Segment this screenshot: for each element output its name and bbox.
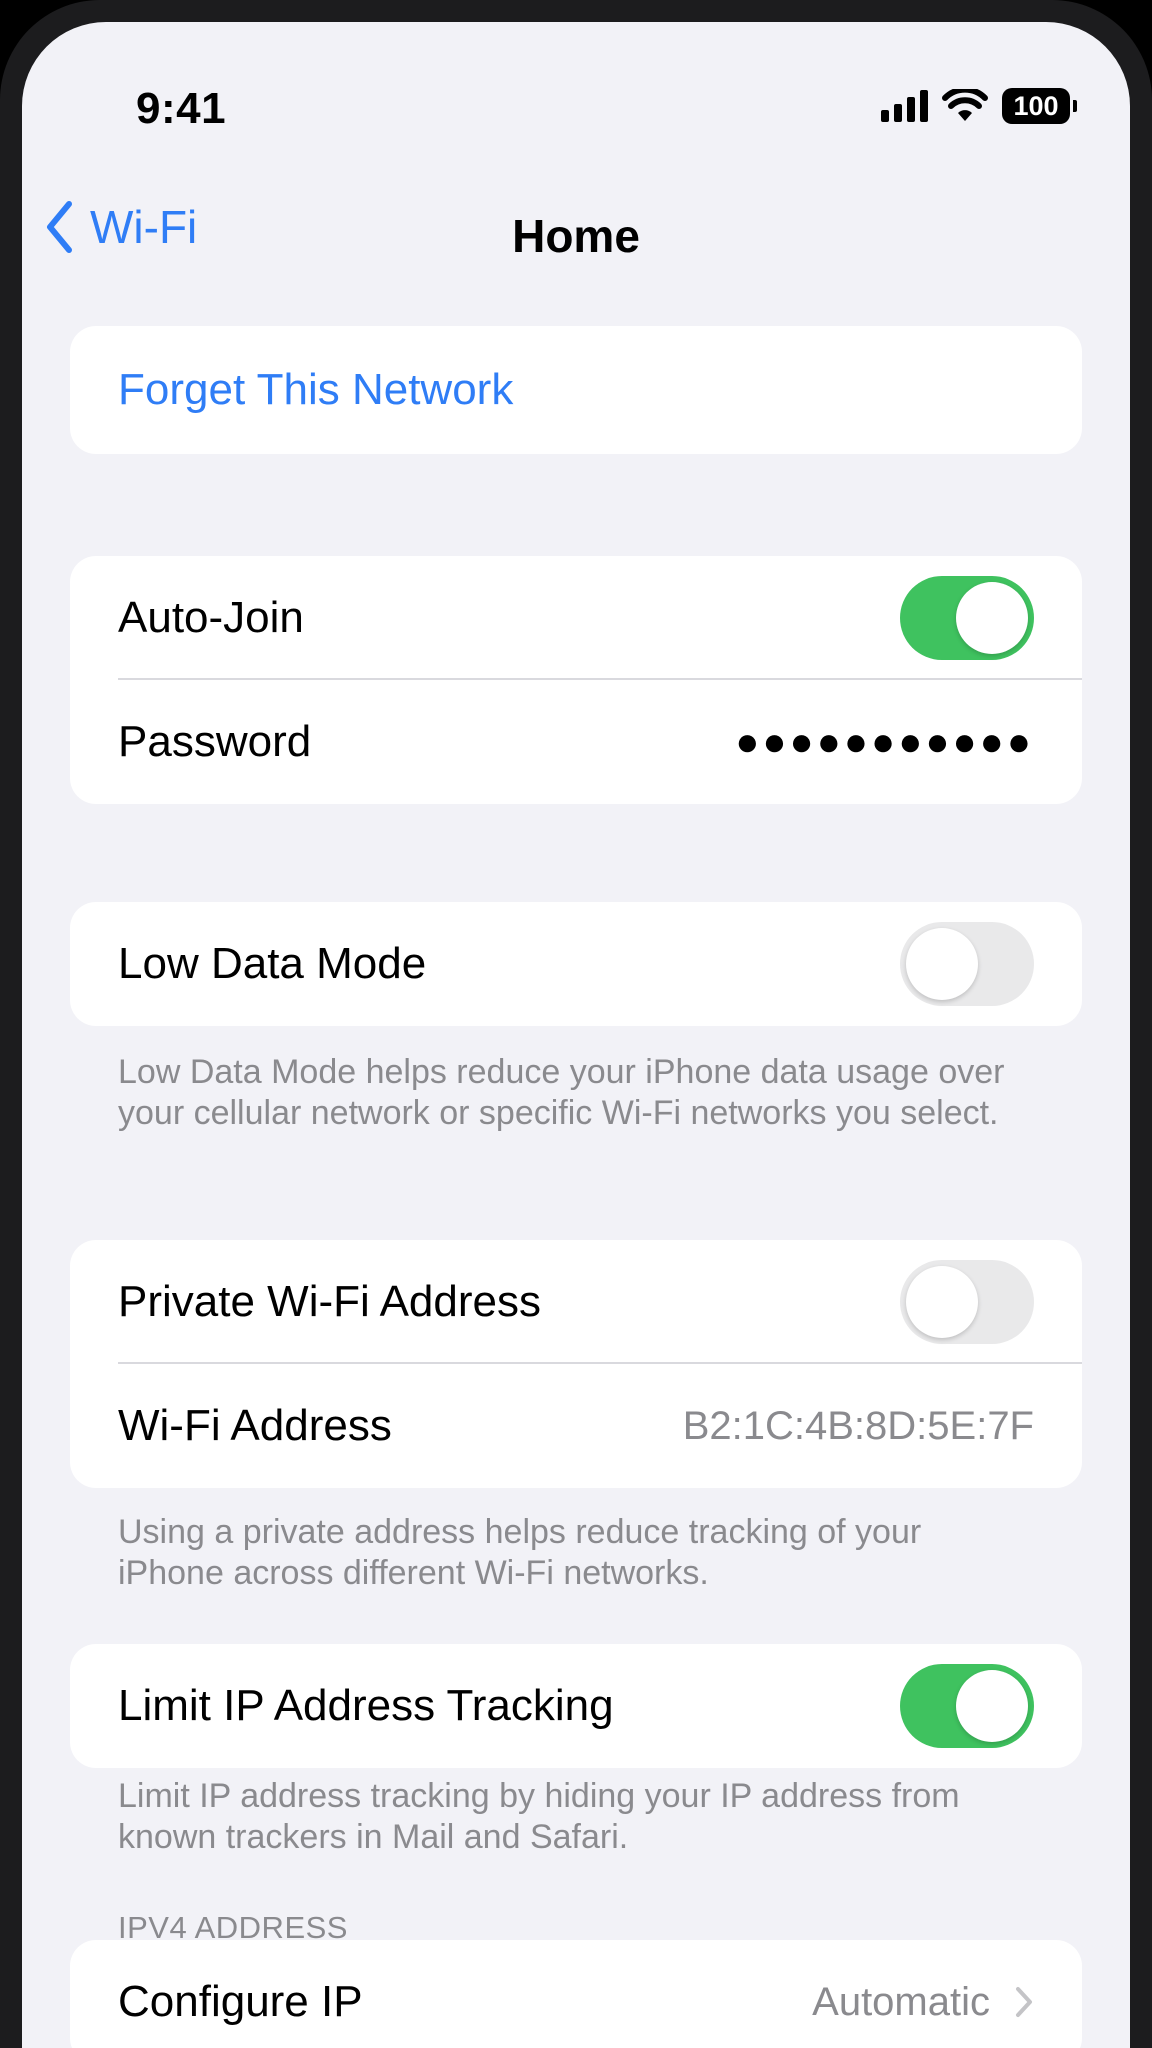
private-address-group: Private Wi-Fi Address Wi-Fi Address B2:1…: [70, 1240, 1082, 1488]
wifi-address-value: B2:1C:4B:8D:5E:7F: [682, 1403, 1034, 1448]
status-time: 9:41: [136, 84, 227, 133]
auto-join-label: Auto-Join: [118, 593, 304, 642]
limit-ip-footnote: Limit IP address tracking by hiding your…: [118, 1777, 960, 1856]
limit-ip-row: Limit IP Address Tracking: [70, 1644, 1082, 1768]
low-data-group: Low Data Mode: [70, 902, 1082, 1026]
private-address-toggle[interactable]: [900, 1260, 1034, 1344]
configure-ip-label: Configure IP: [118, 1977, 363, 2026]
wifi-icon: [942, 89, 988, 121]
limit-ip-label: Limit IP Address Tracking: [118, 1681, 614, 1730]
low-data-label: Low Data Mode: [118, 939, 427, 988]
private-address-label: Private Wi-Fi Address: [118, 1277, 541, 1326]
toggle-knob: [956, 582, 1028, 654]
forget-network-label: Forget This Network: [118, 365, 514, 414]
auto-join-toggle[interactable]: [900, 576, 1034, 660]
page-title: Home: [512, 210, 640, 262]
private-address-row: Private Wi-Fi Address: [70, 1240, 1082, 1364]
limit-ip-toggle[interactable]: [900, 1664, 1034, 1748]
limit-ip-group: Limit IP Address Tracking: [70, 1644, 1082, 1768]
signal-icon: [881, 90, 928, 122]
low-data-row: Low Data Mode: [70, 902, 1082, 1026]
ipv4-group: Configure IP Automatic: [70, 1940, 1082, 2048]
toggle-knob: [956, 1670, 1028, 1742]
toggle-knob: [906, 1266, 978, 1338]
join-group: Auto-Join Password ●●●●●●●●●●●: [70, 556, 1082, 804]
phone-frame: 9:41 100 Wi-Fi Home Forget This Network …: [0, 0, 1152, 2048]
battery-icon: 100: [1002, 88, 1077, 124]
toggle-knob: [906, 928, 978, 1000]
forget-group: Forget This Network: [70, 326, 1082, 454]
private-address-footnote: Using a private address helps reduce tra…: [118, 1513, 922, 1592]
configure-ip-row[interactable]: Configure IP Automatic: [70, 1940, 1082, 2048]
password-value: ●●●●●●●●●●●: [735, 719, 1034, 764]
status-icons: 100: [881, 86, 1077, 126]
chevron-right-icon: [1016, 1987, 1032, 2017]
battery-level: 100: [1013, 90, 1059, 121]
forget-network-button[interactable]: Forget This Network: [70, 326, 1082, 454]
configure-ip-value: Automatic: [812, 1979, 990, 2024]
low-data-toggle[interactable]: [900, 922, 1034, 1006]
low-data-footnote: Low Data Mode helps reduce your iPhone d…: [118, 1053, 1005, 1132]
wifi-address-row: Wi-Fi Address B2:1C:4B:8D:5E:7F: [70, 1364, 1082, 1488]
password-label: Password: [118, 717, 312, 766]
screen: 9:41 100 Wi-Fi Home Forget This Network …: [22, 22, 1130, 2048]
password-row[interactable]: Password ●●●●●●●●●●●: [70, 680, 1082, 804]
auto-join-row: Auto-Join: [70, 556, 1082, 680]
wifi-address-label: Wi-Fi Address: [118, 1401, 392, 1450]
